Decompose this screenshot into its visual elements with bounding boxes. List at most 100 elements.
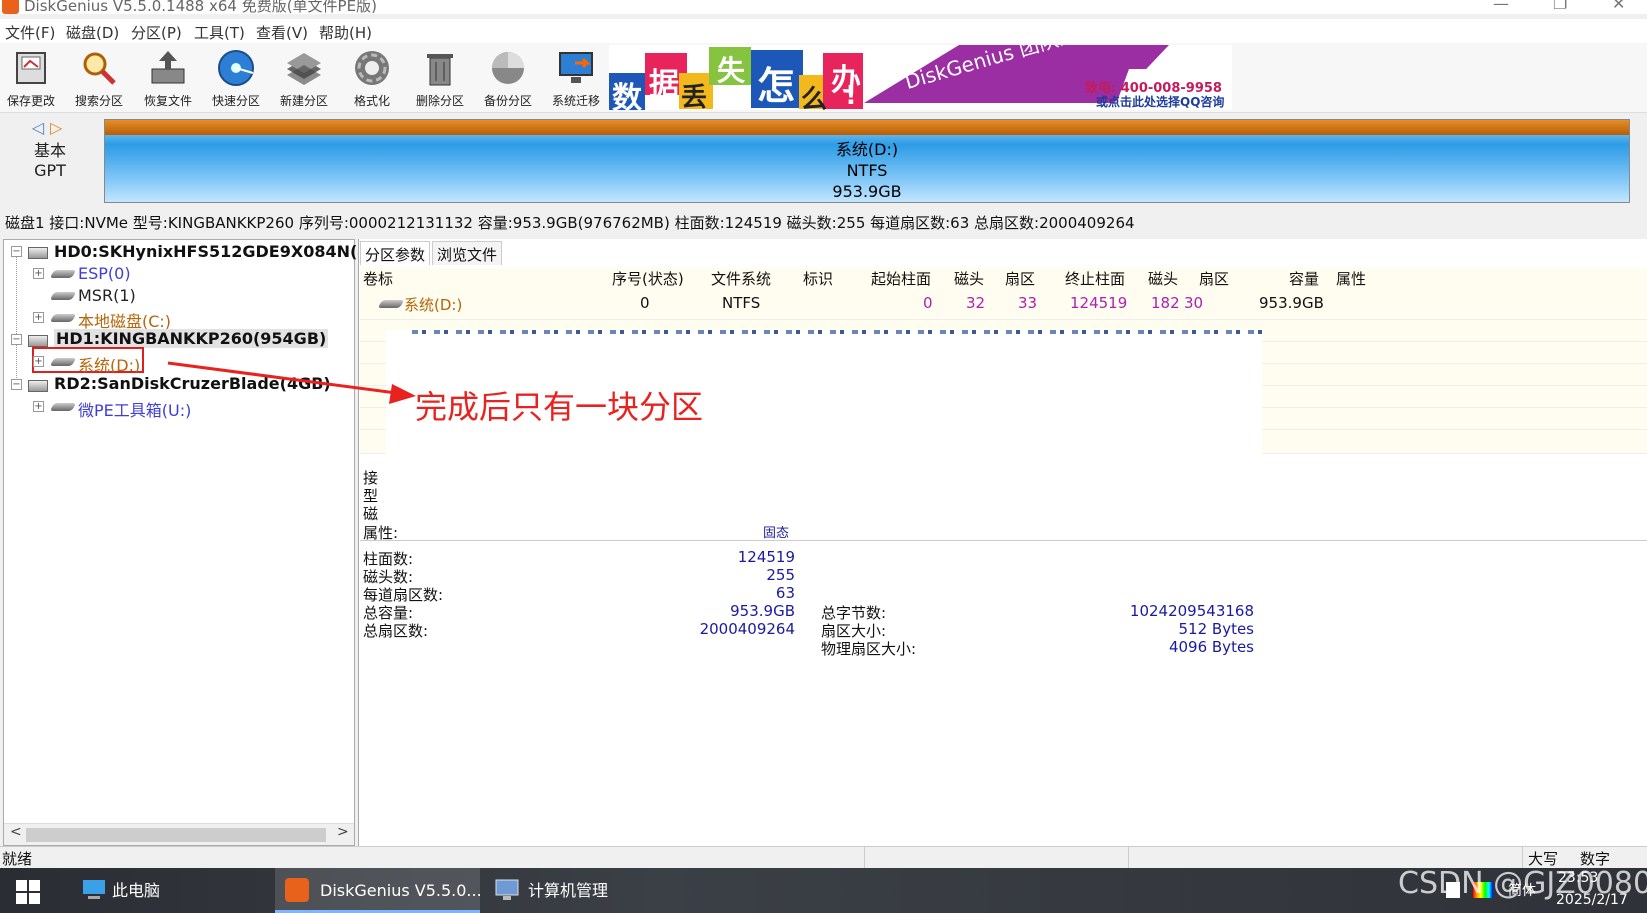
menu-view[interactable]: 查看(V) (256, 22, 308, 43)
usb-disk-icon (28, 380, 48, 392)
save-changes-button[interactable]: 保存更改 (0, 49, 62, 111)
scroll-right-icon[interactable]: > (337, 824, 349, 840)
menu-disk[interactable]: 磁盘(D) (66, 22, 119, 43)
row-sector2: 30 (1184, 294, 1204, 312)
delete-partition-button[interactable]: 删除分区 (409, 49, 471, 111)
status-text: 就绪 (2, 850, 33, 868)
quick-partition-button[interactable]: 快速分区 (205, 49, 267, 111)
col-start-cyl[interactable]: 起始柱面 (871, 268, 931, 289)
new-partition-icon (287, 53, 321, 85)
row-start-cyl: 0 (923, 294, 933, 312)
partition-bar-header (105, 120, 1629, 135)
col-attr[interactable]: 属性 (1336, 268, 1366, 289)
diskgenius-icon (285, 878, 309, 902)
partition-icon (49, 292, 77, 300)
row-end-cyl: 124519 (1070, 294, 1128, 312)
menu-partition[interactable]: 分区(P) (131, 22, 182, 43)
system-migration-label: 系统迁移 (551, 94, 600, 108)
col-id[interactable]: 标识 (803, 268, 833, 289)
new-partition-button[interactable]: 新建分区 (273, 49, 335, 111)
backup-icon (492, 52, 524, 84)
status-bar: 就绪 大写 数字 (0, 846, 1647, 869)
expand-esp-icon[interactable]: + (33, 268, 44, 279)
tree-hd0[interactable]: HD0:SKHynixHFS512GDE9X084N(47 (54, 242, 380, 261)
recover-files-label: 恢复文件 (143, 94, 192, 108)
recover-files-button[interactable]: 恢复文件 (137, 49, 199, 111)
taskbar-diskgenius[interactable]: DiskGenius V5.5.0... (275, 868, 482, 913)
taskbar-this-pc-label: 此电脑 (112, 881, 161, 900)
partition-icon (49, 403, 77, 411)
partition-bar-size: 953.9GB (832, 182, 902, 201)
annotation-text: 完成后只有一块分区 (415, 388, 704, 426)
watermark: CSDN @GJZ0080 (1398, 866, 1647, 901)
col-label[interactable]: 卷标 (363, 268, 393, 289)
taskbar-computer-mgmt[interactable]: 计算机管理 (490, 868, 670, 913)
quick-partition-label: 快速分区 (211, 94, 260, 108)
help-banner[interactable]: 数 据 丢 失 怎 么 办 ! DiskGenius 团队为您服务 致电: 40… (609, 45, 1232, 110)
partition-bar-name: 系统(D:) (835, 140, 899, 159)
col-head1[interactable]: 磁头 (954, 268, 984, 289)
taskbar-computer-mgmt-label: 计算机管理 (528, 881, 609, 900)
expand-c-icon[interactable]: + (33, 312, 44, 323)
delete-icon (427, 54, 453, 86)
close-icon[interactable]: ✕ (1612, 0, 1625, 13)
minimize-icon[interactable]: — (1493, 0, 1509, 13)
next-disk-icon[interactable]: ▷ (50, 118, 68, 137)
prev-disk-icon[interactable]: ◁ (32, 118, 50, 137)
format-label: 格式化 (353, 94, 390, 108)
partition-bar-d[interactable]: 系统(D:) NTFS 953.9GB (104, 119, 1630, 203)
scroll-thumb[interactable] (26, 828, 326, 842)
banner-char-6: 么 (801, 85, 828, 110)
tab-browse-files[interactable]: 浏览文件 (432, 241, 503, 265)
new-partition-label: 新建分区 (279, 94, 328, 108)
collapse-hd0-icon[interactable]: − (11, 246, 22, 257)
annotation-overlay (386, 330, 1262, 526)
hdd-icon (28, 247, 48, 259)
search-partition-button[interactable]: 搜索分区 (68, 49, 130, 111)
tree-d-drive[interactable]: 系统(D:) (78, 352, 140, 376)
col-fs[interactable]: 文件系统 (711, 268, 771, 289)
scroll-left-icon[interactable]: < (10, 824, 22, 840)
tab-partition-params[interactable]: 分区参数 (360, 241, 431, 265)
dotted-strip (412, 330, 1262, 334)
tree-esp[interactable]: ESP(0) (78, 264, 131, 283)
tree-hscrollbar[interactable]: < > (4, 823, 354, 845)
collapse-hd1-icon[interactable]: − (11, 334, 22, 345)
menu-tools[interactable]: 工具(T) (194, 22, 245, 43)
tree-hd1[interactable]: HD1:KINGBANKKP260(954GB) (54, 329, 329, 348)
partition-bar-fs: NTFS (846, 161, 888, 180)
system-migration-button[interactable]: 系统迁移 (545, 49, 607, 111)
col-capacity[interactable]: 容量 (1289, 268, 1319, 289)
partial-label-3: 磁 (363, 505, 379, 523)
col-head2[interactable]: 磁头 (1148, 268, 1178, 289)
row-label[interactable]: 系统(D:) (404, 294, 462, 315)
col-index[interactable]: 序号(状态) (612, 268, 684, 289)
expand-u-icon[interactable]: + (33, 401, 44, 412)
tree-msr[interactable]: MSR(1) (78, 286, 136, 305)
menu-file[interactable]: 文件(F) (5, 22, 55, 43)
banner-char-4: 失 (717, 54, 746, 87)
menu-help[interactable]: 帮助(H) (319, 22, 372, 43)
taskbar-diskgenius-label: DiskGenius V5.5.0... (320, 881, 482, 900)
banner-char-3: 丢 (681, 83, 708, 110)
backup-partition-button[interactable]: 备份分区 (477, 49, 539, 111)
banner-qq[interactable]: 或点击此处选择QQ咨询 (1096, 93, 1224, 110)
backup-partition-label: 备份分区 (483, 94, 532, 108)
disk-tree: − HD0:SKHynixHFS512GDE9X084N(47 + ESP(0)… (3, 239, 380, 846)
disk-info-line: 磁盘1 接口:NVMe 型号:KINGBANKKP260 序列号:0000212… (5, 214, 1135, 232)
taskbar-this-pc[interactable]: 此电脑 (80, 868, 260, 913)
expand-d-icon[interactable]: + (33, 356, 44, 367)
col-sector1[interactable]: 扇区 (1005, 268, 1035, 289)
recover-icon (151, 51, 185, 84)
col-sector2[interactable]: 扇区 (1199, 268, 1229, 289)
row-head2: 182 (1151, 294, 1180, 312)
collapse-rd2-icon[interactable]: − (11, 379, 22, 390)
migrate-icon (559, 52, 593, 83)
windows-start-icon[interactable] (16, 880, 40, 904)
col-end-cyl[interactable]: 终止柱面 (1065, 268, 1125, 289)
quick-partition-icon (218, 50, 254, 86)
save-icon (16, 52, 46, 84)
restore-icon[interactable]: ❐ (1553, 0, 1567, 13)
stat-sectors-label: 总扇区数: (363, 622, 429, 640)
format-button[interactable]: 格式化 (341, 49, 403, 111)
